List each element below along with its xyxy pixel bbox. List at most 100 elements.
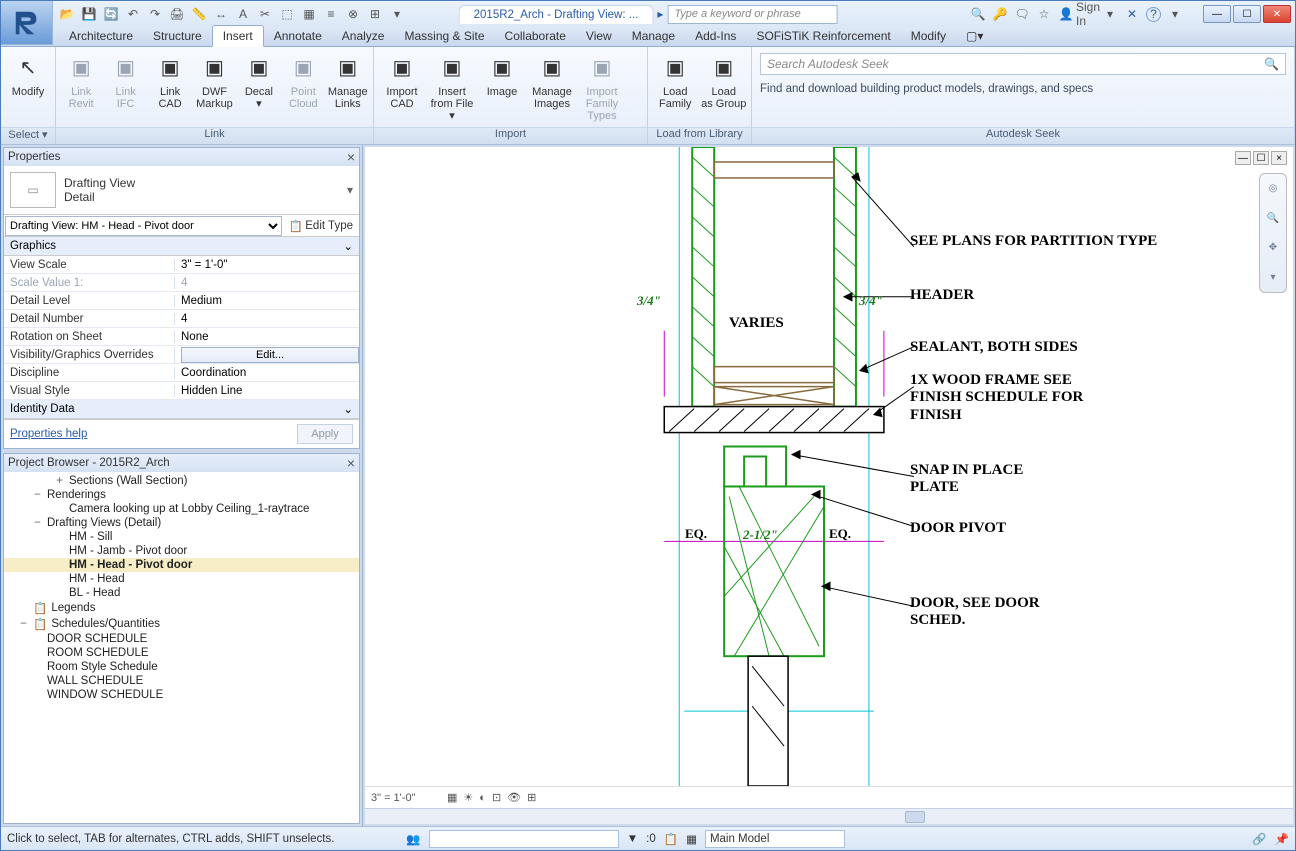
sheet-icon[interactable]: ▦ — [301, 6, 317, 22]
tree-node[interactable]: WINDOW SCHEDULE — [4, 688, 359, 702]
switch-icon[interactable]: ⊞ — [367, 6, 383, 22]
tab-modify[interactable]: Modify — [901, 26, 956, 46]
prop-row[interactable]: DisciplineCoordination — [4, 364, 359, 382]
tree-node[interactable]: −Drafting Views (Detail) — [4, 516, 359, 530]
collapse-icon[interactable]: ⌄ — [343, 402, 353, 416]
tree-node[interactable]: −Renderings — [4, 488, 359, 502]
tree-node[interactable]: ROOM SCHEDULE — [4, 646, 359, 660]
close-icon[interactable]: × — [347, 455, 355, 471]
tree-node[interactable]: −📋Schedules/Quantities — [4, 616, 359, 632]
properties-help-link[interactable]: Properties help — [10, 428, 87, 440]
link-btn-2[interactable]: ▣LinkCAD — [149, 51, 191, 110]
tab-manage[interactable]: Manage — [622, 26, 685, 46]
dropdown-icon[interactable]: ▾ — [1102, 6, 1118, 22]
link-btn-6[interactable]: ▣ManageLinks — [327, 51, 369, 110]
view3d-icon[interactable]: ⬚ — [279, 6, 295, 22]
chevron-down-icon[interactable]: ▾ — [347, 183, 353, 197]
tree-node[interactable]: HM - Head — [4, 572, 359, 586]
tab-annotate[interactable]: Annotate — [264, 26, 332, 46]
prop-row[interactable]: Visibility/Graphics OverridesEdit... — [4, 346, 359, 364]
drawing-canvas[interactable]: — ☐ × ◎ 🔍 ✥ ▾ — [365, 147, 1293, 824]
print-icon[interactable]: 🖨 — [169, 6, 185, 22]
design-options-icon[interactable]: ▦ — [686, 832, 697, 846]
reveal-icon[interactable]: ⊞ — [527, 791, 536, 804]
sign-in[interactable]: Sign In — [1080, 6, 1096, 22]
crop-icon[interactable]: ⊡ — [492, 791, 501, 804]
tree-node[interactable]: HM - Head - Pivot door — [4, 558, 359, 572]
prop-row[interactable]: Scale Value 1:4 — [4, 274, 359, 292]
open-icon[interactable]: 📂 — [59, 6, 75, 22]
help-icon[interactable]: ? — [1146, 7, 1161, 22]
tab-structure[interactable]: Structure — [143, 26, 212, 46]
key-icon[interactable]: 🔑 — [992, 6, 1008, 22]
workset-field[interactable] — [429, 830, 619, 848]
prop-row[interactable]: Detail Number4 — [4, 310, 359, 328]
tree-node[interactable]: HM - Sill — [4, 530, 359, 544]
tab-addins[interactable]: Add-Ins — [685, 26, 746, 46]
tree-node[interactable]: 📋Legends — [4, 600, 359, 616]
apply-button[interactable]: Apply — [297, 424, 353, 444]
select-links-icon[interactable]: 🔗 — [1252, 832, 1266, 846]
sync-icon[interactable]: 🔄 — [103, 6, 119, 22]
import-btn-3[interactable]: ▣ManageImages — [528, 51, 576, 110]
tab-analyze[interactable]: Analyze — [332, 26, 395, 46]
prop-section-identity-data[interactable]: Identity Data⌄ — [4, 400, 359, 419]
tree-node[interactable]: Camera looking up at Lobby Ceiling_1-ray… — [4, 502, 359, 516]
close-hidden-icon[interactable]: ⊗ — [345, 6, 361, 22]
tab-collaborate[interactable]: Collaborate — [495, 26, 576, 46]
save-icon[interactable]: 💾 — [81, 6, 97, 22]
dropdown2-icon[interactable]: ▾ — [1167, 6, 1183, 22]
library-btn-0[interactable]: ▣LoadFamily — [652, 51, 699, 110]
star-icon[interactable]: ☆ — [1036, 6, 1052, 22]
import-btn-2[interactable]: ▣Image — [478, 51, 526, 98]
prop-row[interactable]: Detail LevelMedium — [4, 292, 359, 310]
close-icon[interactable]: × — [347, 149, 355, 165]
undo-icon[interactable]: ↶ — [125, 6, 141, 22]
maximize-button[interactable]: ☐ — [1233, 5, 1261, 23]
link-btn-3[interactable]: ▣DWFMarkup — [193, 51, 235, 110]
prop-section-graphics[interactable]: Graphics⌄ — [4, 237, 359, 256]
import-btn-0[interactable]: ▣ImportCAD — [378, 51, 426, 110]
seek-search[interactable]: Search Autodesk Seek 🔍 — [760, 53, 1286, 75]
dim-icon[interactable]: ↔ — [213, 6, 229, 22]
editable-only-icon[interactable]: 📋 — [664, 832, 678, 846]
text-icon[interactable]: A — [235, 6, 251, 22]
tree-node[interactable]: +Sections (Wall Section) — [4, 474, 359, 488]
link-btn-4[interactable]: ▣Decal▾ — [238, 51, 280, 110]
import-btn-1[interactable]: ▣Insertfrom File ▾ — [428, 51, 476, 122]
tab-massing[interactable]: Massing & Site — [394, 26, 494, 46]
sun-icon[interactable]: ☀ — [463, 791, 473, 804]
view-control-bar[interactable]: 3" = 1'-0" ▦ ☀ ◐ ⊡ 👁 ⊞ — [365, 786, 1293, 808]
minimize-button[interactable]: — — [1203, 5, 1231, 23]
edit-type-button[interactable]: 📋 Edit Type — [283, 217, 359, 235]
workset-icon[interactable]: 👥 — [406, 832, 420, 846]
modify-button[interactable]: ↖ Modify — [5, 51, 51, 98]
ribbon-collapse-icon[interactable]: ▢▾ — [956, 26, 993, 46]
prop-row[interactable]: View Scale3" = 1'-0" — [4, 256, 359, 274]
comm-icon[interactable]: 🗨 — [1014, 6, 1030, 22]
type-selector[interactable]: ▭ Drafting View Detail ▾ — [4, 166, 359, 215]
exchange-icon[interactable]: ✕ — [1124, 6, 1140, 22]
model-graphics-icon[interactable]: ▦ — [447, 791, 457, 804]
measure-icon[interactable]: 📏 — [191, 6, 207, 22]
prop-row[interactable]: Visual StyleHidden Line — [4, 382, 359, 400]
horizontal-scrollbar[interactable] — [365, 808, 1293, 824]
instance-selector[interactable]: Drafting View: HM - Head - Pivot door — [5, 216, 282, 236]
tab-insert[interactable]: Insert — [212, 25, 264, 47]
thin-lines-icon[interactable]: ≡ — [323, 6, 339, 22]
user-icon[interactable]: 👤 — [1058, 6, 1074, 22]
scale-display[interactable]: 3" = 1'-0" — [371, 792, 441, 804]
tree-node[interactable]: HM - Jamb - Pivot door — [4, 544, 359, 558]
close-button[interactable]: ✕ — [1263, 5, 1291, 23]
app-menu-button[interactable] — [1, 1, 53, 45]
tree-node[interactable]: BL - Head — [4, 586, 359, 600]
filter-icon[interactable]: ▼ — [627, 833, 638, 845]
tree-node[interactable]: WALL SCHEDULE — [4, 674, 359, 688]
tree-node[interactable]: Room Style Schedule — [4, 660, 359, 674]
edit-button[interactable]: Edit... — [181, 347, 359, 363]
tree-node[interactable]: DOOR SCHEDULE — [4, 632, 359, 646]
tab-view[interactable]: View — [576, 26, 622, 46]
collapse-icon[interactable]: ⌄ — [343, 239, 353, 253]
tab-architecture[interactable]: Architecture — [59, 26, 143, 46]
qat-dropdown-icon[interactable]: ▾ — [389, 6, 405, 22]
